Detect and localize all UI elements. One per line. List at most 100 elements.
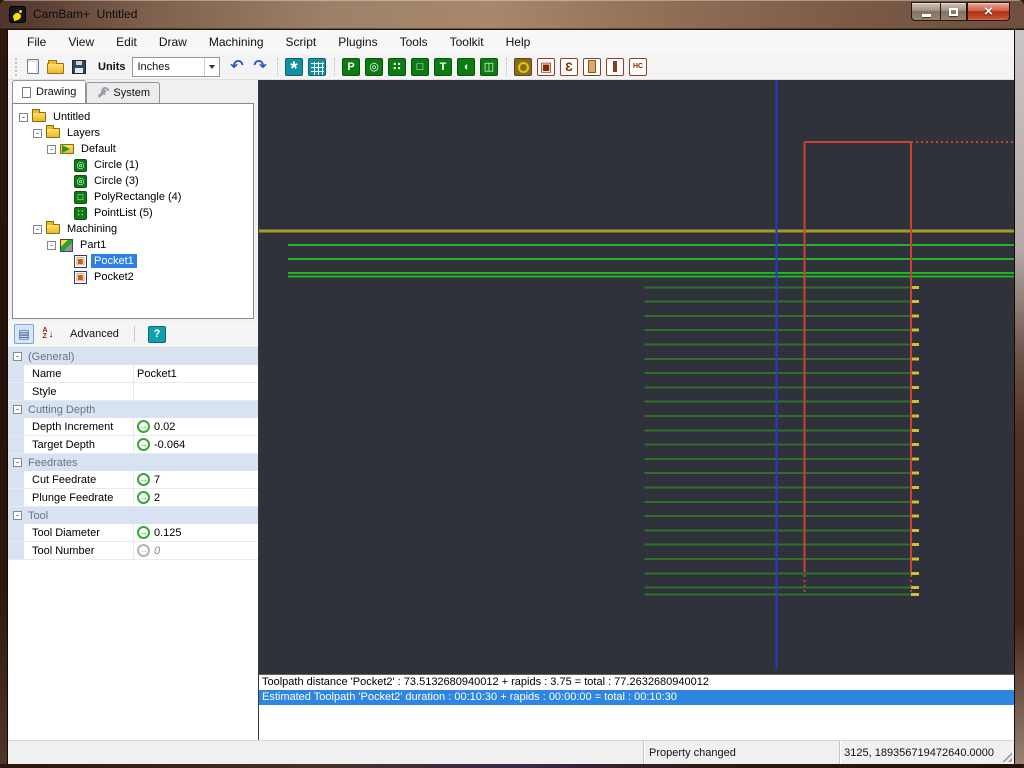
tree-item-part1[interactable]: -Part1 [15,237,251,253]
tree-item-polyrectangle-4-[interactable]: □PolyRectangle (4) [15,189,251,205]
advanced-button[interactable]: Advanced [62,328,127,340]
caption-buttons: × [911,2,1010,21]
help-button[interactable]: ? [148,326,166,343]
property-value[interactable]: →7 [134,471,258,488]
draw-circle-icon[interactable]: ◎ [364,57,385,77]
circle-icon: ◎ [74,175,87,188]
units-combobox[interactable]: Inches [132,57,220,77]
draw-polyline-icon[interactable]: P [341,57,362,77]
menu-item-edit[interactable]: Edit [105,32,148,52]
property-value-text: 0.125 [154,527,182,539]
menu-item-file[interactable]: File [16,32,57,52]
gcode-file-icon: HC [629,58,647,76]
open-file-icon [47,63,64,74]
property-gutter [8,436,24,453]
minimize-button[interactable] [911,2,940,21]
draw-pointlist-icon: ∷ [388,58,406,76]
collapse-icon[interactable]: - [33,129,42,138]
draw-point-icon: * [285,58,303,76]
collapse-icon[interactable]: - [13,352,22,361]
tab-system[interactable]: System [86,82,160,103]
property-value-text: 0 [154,545,160,557]
property-section-tool[interactable]: -Tool [8,507,258,524]
alphabetical-sort-button[interactable]: AZ ↓ [38,324,58,344]
draw-pointlist-icon[interactable]: ∷ [387,57,408,77]
menu-item-machining[interactable]: Machining [198,32,275,52]
tree-item-default[interactable]: -Default [15,141,251,157]
drill-op-icon[interactable] [582,57,603,77]
property-label: Plunge Feedrate [24,489,134,506]
draw-surface-icon[interactable]: ◫ [479,57,500,77]
new-file-icon[interactable] [22,57,43,77]
menu-item-toolkit[interactable]: Toolkit [439,32,495,52]
gcode-file-icon[interactable]: HC [628,57,649,77]
undo-icon[interactable]: ↶ [227,57,248,77]
save-file-icon[interactable] [68,57,89,77]
property-section--general-[interactable]: -(General) [8,348,258,365]
maximize-button[interactable] [940,2,967,21]
property-value[interactable] [134,383,258,400]
property-value[interactable]: →2 [134,489,258,506]
property-value[interactable]: →0 [134,542,258,559]
tree-item-pocket2[interactable]: ▣Pocket2 [15,269,251,285]
property-gutter [8,489,24,506]
tree-item-machining[interactable]: -Machining [15,221,251,237]
collapse-icon[interactable]: - [47,145,56,154]
menu-item-help[interactable]: Help [495,32,542,52]
property-value-text: 0.02 [154,421,175,433]
open-file-icon[interactable] [45,57,66,77]
tree-item-circle-1-[interactable]: ◎Circle (1) [15,157,251,173]
close-button[interactable]: × [967,2,1010,21]
collapse-icon[interactable]: - [33,225,42,234]
draw-arc-icon[interactable]: ◖ [456,57,477,77]
property-gutter [8,542,24,559]
tree-item-layers[interactable]: -Layers [15,125,251,141]
tree-item-circle-3-[interactable]: ◎Circle (3) [15,173,251,189]
maximize-icon [949,8,958,16]
property-label-text: Name [32,368,61,380]
app-logo-icon [9,6,26,23]
menu-item-draw[interactable]: Draw [148,32,198,52]
grid-icon [308,58,326,76]
property-value[interactable]: Pocket1 [134,365,258,382]
redo-icon[interactable]: ↷ [250,57,271,77]
draw-point-icon[interactable]: * [284,57,305,77]
polyrect-icon: □ [74,191,87,204]
folder-icon [46,128,60,138]
property-label: Tool Diameter [24,524,134,541]
profile-op-icon[interactable] [605,57,626,77]
titlebar[interactable]: CamBam+ Untitled × [0,0,1024,30]
property-value[interactable]: →0.125 [134,524,258,541]
lathe-op-icon[interactable] [513,57,534,77]
engrave-op-icon[interactable]: Ɛ [559,57,580,77]
tree-item-pointlist-5-[interactable]: ∷PointList (5) [15,205,251,221]
categorized-view-button[interactable]: ▤ [14,324,34,344]
collapse-icon[interactable]: - [19,113,28,122]
pocket-op-icon[interactable]: ▣ [536,57,557,77]
menu-item-tools[interactable]: Tools [389,32,439,52]
draw-rectangle-icon[interactable]: □ [410,57,431,77]
property-value[interactable]: →-0.064 [134,436,258,453]
menu-item-script[interactable]: Script [275,32,328,52]
tree-item-pocket1[interactable]: ▣Pocket1 [15,253,251,269]
toolpath-canvas[interactable] [259,80,1014,674]
units-label: Units [98,61,126,73]
property-value[interactable]: →0.02 [134,418,258,435]
collapse-icon[interactable]: - [13,511,22,520]
tab-drawing[interactable]: Drawing [12,80,86,103]
draw-text-icon[interactable]: T [433,57,454,77]
property-row-style: Style [8,383,258,401]
menu-item-plugins[interactable]: Plugins [327,32,388,52]
grid-icon[interactable] [307,57,328,77]
resize-grip[interactable] [998,741,1014,764]
property-section-feedrates[interactable]: -Feedrates [8,454,258,471]
property-section-cutting-depth[interactable]: -Cutting Depth [8,401,258,418]
menu-item-view[interactable]: View [57,32,105,52]
tab-system-label: System [113,87,150,99]
collapse-icon[interactable]: - [47,241,56,250]
tree-item-untitled[interactable]: -Untitled [15,109,251,125]
chevron-down-icon[interactable] [204,58,219,76]
collapse-icon[interactable]: - [13,405,22,414]
collapse-icon[interactable]: - [13,458,22,467]
window-title: CamBam+ Untitled [33,7,137,21]
